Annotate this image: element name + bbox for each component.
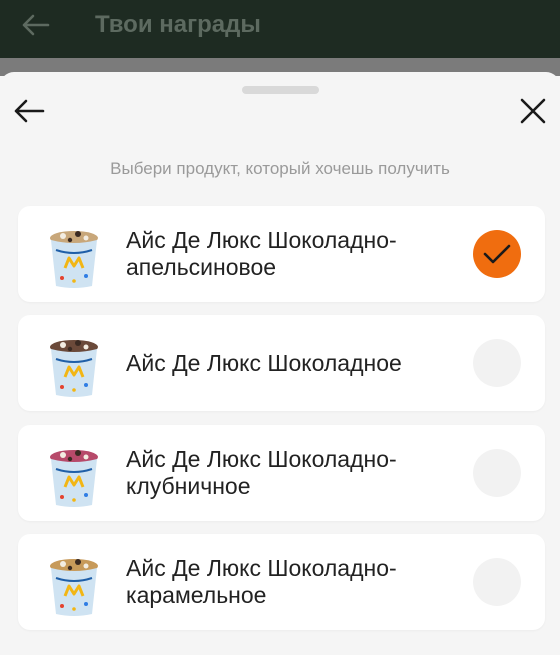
product-name: Айс Де Люкс Шоколадно-апельсиновое [126,206,471,302]
product-brand: Айс Де Люкс [126,349,262,376]
product-brand: Айс Де Люкс [126,555,262,581]
product-name: Айс Де Люкс Шоколадно-клубничное [126,425,471,521]
ice-cream-cup-icon [50,450,98,507]
sheet-drag-handle[interactable] [242,86,319,94]
arrow-left-icon [14,99,45,123]
product-select-radio[interactable] [473,230,521,278]
product-flavor: Шоколадное [267,349,402,376]
sheet-close-button[interactable] [514,92,552,130]
product-option-card[interactable]: Айс Де Люкс Шоколадно-карамельное [18,534,545,630]
product-option-card[interactable]: Айс Де Люкс Шоколадно-апельсиновое [18,206,545,302]
product-select-radio[interactable] [473,339,521,387]
product-option-card[interactable]: Айс Де Люкс Шоколадное [18,315,545,411]
sheet-back-button[interactable] [10,92,48,130]
product-name: Айс Де Люкс Шоколадно-карамельное [126,534,471,630]
reward-picker-sheet: Выбери продукт, который хочешь получить … [0,72,560,655]
product-option-card[interactable]: Айс Де Люкс Шоколадно-клубничное [18,425,545,521]
ice-cream-cup-icon [50,340,98,397]
ice-cream-cup-icon [50,559,98,616]
arrow-left-icon [22,14,50,36]
header-back-button[interactable] [18,8,52,42]
close-icon [520,98,546,124]
product-select-radio[interactable] [473,449,521,497]
checkmark-icon [483,244,511,264]
product-brand: Айс Де Люкс [126,446,262,472]
product-select-radio[interactable] [473,558,521,606]
header-title: Твои награды [95,11,261,38]
sheet-subtitle: Выбери продукт, который хочешь получить [110,159,450,178]
app-header: Твои награды [0,0,560,58]
product-brand: Айс Де Люкс [126,227,262,253]
ice-cream-cup-icon [50,231,98,288]
product-name: Айс Де Люкс Шоколадное [126,315,471,411]
